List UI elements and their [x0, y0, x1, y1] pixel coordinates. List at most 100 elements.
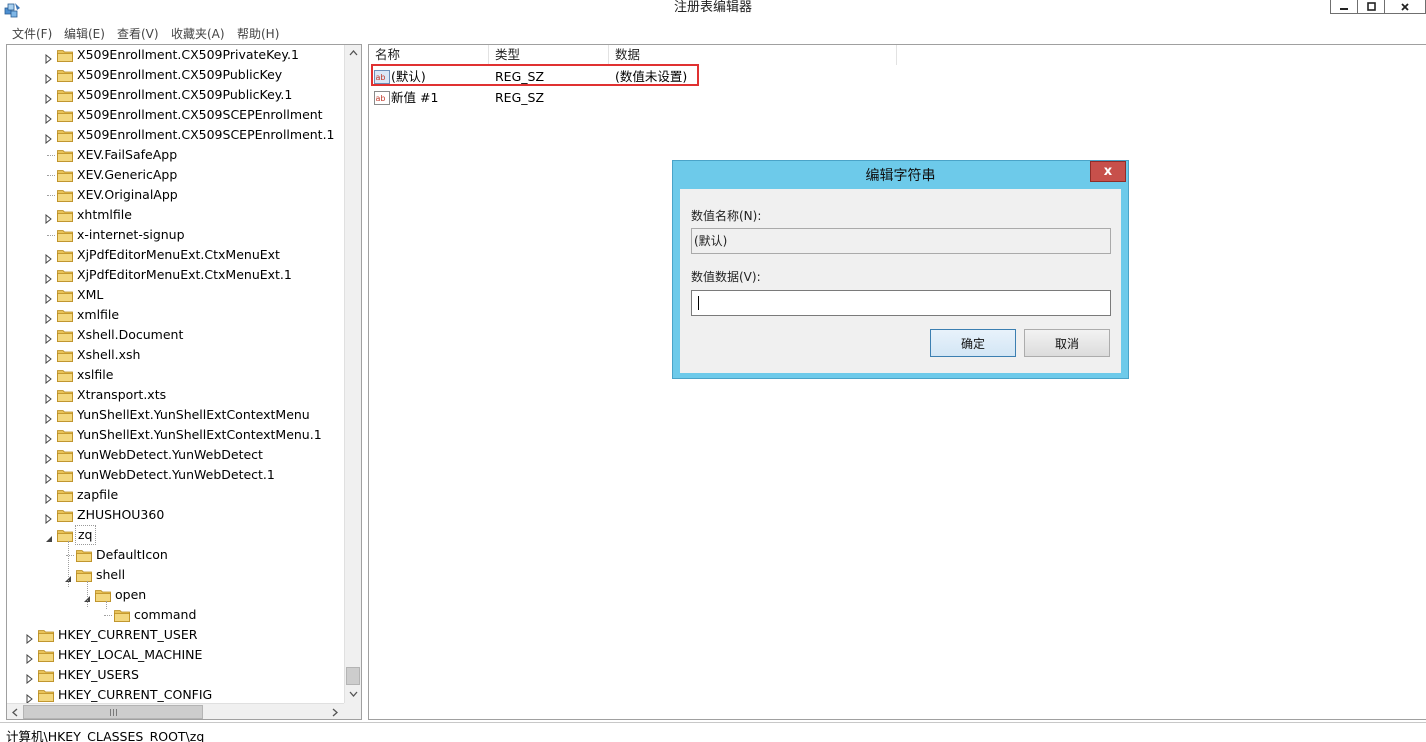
folder-icon: [57, 208, 73, 222]
scroll-right-button[interactable]: [327, 704, 343, 719]
close-window-button[interactable]: [1384, 0, 1426, 14]
tree-node-label: shell: [96, 567, 126, 582]
scroll-left-button[interactable]: [7, 704, 23, 719]
ok-button[interactable]: 确定: [930, 329, 1016, 357]
tree-node-label: zq: [75, 525, 96, 545]
collapsed-triangle-icon[interactable]: [44, 210, 53, 225]
tree-node-label: open: [115, 587, 147, 602]
tree-node[interactable]: x-internet-signup: [7, 225, 343, 245]
value-row[interactable]: ab 新值 #1 REG_SZ: [369, 88, 699, 108]
column-header-data[interactable]: 数据: [609, 45, 897, 65]
collapsed-triangle-icon[interactable]: [25, 650, 34, 665]
registry-tree[interactable]: X509Enrollment.CX509PrivateKey.1 X509Enro…: [6, 44, 362, 720]
tree-node[interactable]: HKEY_USERS: [7, 665, 343, 685]
collapsed-triangle-icon[interactable]: [25, 670, 34, 685]
collapsed-triangle-icon[interactable]: [44, 290, 53, 305]
tree-node-label: Xtransport.xts: [77, 387, 167, 402]
tree-node[interactable]: XjPdfEditorMenuExt.CtxMenuExt.1: [7, 265, 343, 285]
tree-vertical-scrollbar[interactable]: [344, 45, 361, 703]
column-header-name[interactable]: 名称: [369, 45, 489, 65]
tree-node[interactable]: XEV.FailSafeApp: [7, 145, 343, 165]
tree-node[interactable]: XjPdfEditorMenuExt.CtxMenuExt: [7, 245, 343, 265]
tree-node[interactable]: X509Enrollment.CX509SCEPEnrollment: [7, 105, 343, 125]
tree-node[interactable]: command: [7, 605, 343, 625]
tree-node[interactable]: YunWebDetect.YunWebDetect.1: [7, 465, 343, 485]
tree-node[interactable]: X509Enrollment.CX509PublicKey: [7, 65, 343, 85]
folder-icon: [57, 328, 73, 342]
tree-node[interactable]: open: [7, 585, 343, 605]
tree-node-label: X509Enrollment.CX509PublicKey: [77, 67, 283, 82]
tree-node-label: X509Enrollment.CX509PublicKey.1: [77, 87, 293, 102]
collapsed-triangle-icon[interactable]: [44, 250, 53, 265]
tree-node[interactable]: HKEY_LOCAL_MACHINE: [7, 645, 343, 665]
folder-icon: [76, 568, 92, 582]
collapsed-triangle-icon[interactable]: [44, 270, 53, 285]
minimize-button[interactable]: [1330, 0, 1358, 14]
tree-node[interactable]: xslfile: [7, 365, 343, 385]
collapsed-triangle-icon[interactable]: [44, 130, 53, 145]
tree-node[interactable]: YunShellExt.YunShellExtContextMenu: [7, 405, 343, 425]
tree-node[interactable]: Xshell.xsh: [7, 345, 343, 365]
collapsed-triangle-icon[interactable]: [44, 350, 53, 365]
tree-node[interactable]: ZHUSHOU360: [7, 505, 343, 525]
collapsed-triangle-icon[interactable]: [44, 430, 53, 445]
tree-node[interactable]: YunWebDetect.YunWebDetect: [7, 445, 343, 465]
collapsed-triangle-icon[interactable]: [44, 470, 53, 485]
collapsed-triangle-icon[interactable]: [44, 110, 53, 125]
collapsed-triangle-icon[interactable]: [44, 490, 53, 505]
collapsed-triangle-icon[interactable]: [44, 410, 53, 425]
menu-edit[interactable]: 编辑(E): [64, 25, 105, 42]
folder-icon: [38, 688, 54, 702]
menu-file[interactable]: 文件(F): [12, 25, 52, 42]
tree-node[interactable]: XEV.GenericApp: [7, 165, 343, 185]
scroll-up-button[interactable]: [345, 45, 361, 61]
tree-node[interactable]: shell: [7, 565, 343, 585]
tree-node[interactable]: zq: [7, 525, 343, 545]
menu-favorites[interactable]: 收藏夹(A): [171, 25, 225, 42]
tree-connector: [68, 541, 69, 587]
menu-help[interactable]: 帮助(H): [237, 25, 279, 42]
collapsed-triangle-icon[interactable]: [25, 630, 34, 645]
collapsed-triangle-icon[interactable]: [44, 70, 53, 85]
tree-node-label: zapfile: [77, 487, 119, 502]
collapsed-triangle-icon[interactable]: [44, 370, 53, 385]
collapsed-triangle-icon[interactable]: [44, 390, 53, 405]
folder-icon: [57, 108, 73, 122]
tree-node[interactable]: DefaultIcon: [7, 545, 343, 565]
collapsed-triangle-icon[interactable]: [25, 690, 34, 705]
column-header-type[interactable]: 类型: [489, 45, 609, 65]
dialog-close-button[interactable]: x: [1090, 161, 1126, 182]
tree-node[interactable]: XML: [7, 285, 343, 305]
expanded-triangle-icon[interactable]: [44, 530, 53, 542]
tree-node[interactable]: X509Enrollment.CX509PublicKey.1: [7, 85, 343, 105]
maximize-button[interactable]: [1357, 0, 1385, 14]
tree-node[interactable]: Xtransport.xts: [7, 385, 343, 405]
collapsed-triangle-icon[interactable]: [44, 510, 53, 525]
folder-icon: [57, 448, 73, 462]
values-list[interactable]: 名称 类型 数据 ab (默认) REG_SZ (数值未设置) ab 新值 #1…: [368, 44, 1426, 720]
collapsed-triangle-icon[interactable]: [44, 50, 53, 65]
tree-node[interactable]: HKEY_CURRENT_USER: [7, 625, 343, 645]
tree-node[interactable]: xhtmlfile: [7, 205, 343, 225]
collapsed-triangle-icon[interactable]: [44, 310, 53, 325]
tree-node[interactable]: Xshell.Document: [7, 325, 343, 345]
tree-node[interactable]: XEV.OriginalApp: [7, 185, 343, 205]
scroll-thumb[interactable]: [346, 667, 360, 685]
tree-horizontal-scrollbar[interactable]: [7, 703, 344, 719]
tree-node[interactable]: xmlfile: [7, 305, 343, 325]
collapsed-triangle-icon[interactable]: [44, 330, 53, 345]
tree-node-label: x-internet-signup: [77, 227, 185, 242]
tree-node[interactable]: YunShellExt.YunShellExtContextMenu.1: [7, 425, 343, 445]
tree-node[interactable]: HKEY_CURRENT_CONFIG: [7, 685, 343, 705]
tree-node[interactable]: zapfile: [7, 485, 343, 505]
collapsed-triangle-icon[interactable]: [44, 450, 53, 465]
scroll-down-button[interactable]: [345, 686, 361, 702]
menu-view[interactable]: 查看(V): [117, 25, 159, 42]
collapsed-triangle-icon[interactable]: [44, 90, 53, 105]
tree-node-label: HKEY_CURRENT_USER: [58, 627, 198, 642]
horizontal-scroll-thumb[interactable]: [23, 705, 203, 719]
cancel-button[interactable]: 取消: [1024, 329, 1110, 357]
tree-node[interactable]: X509Enrollment.CX509SCEPEnrollment.1: [7, 125, 343, 145]
tree-node[interactable]: X509Enrollment.CX509PrivateKey.1: [7, 45, 343, 65]
value-data-input[interactable]: [691, 290, 1111, 316]
